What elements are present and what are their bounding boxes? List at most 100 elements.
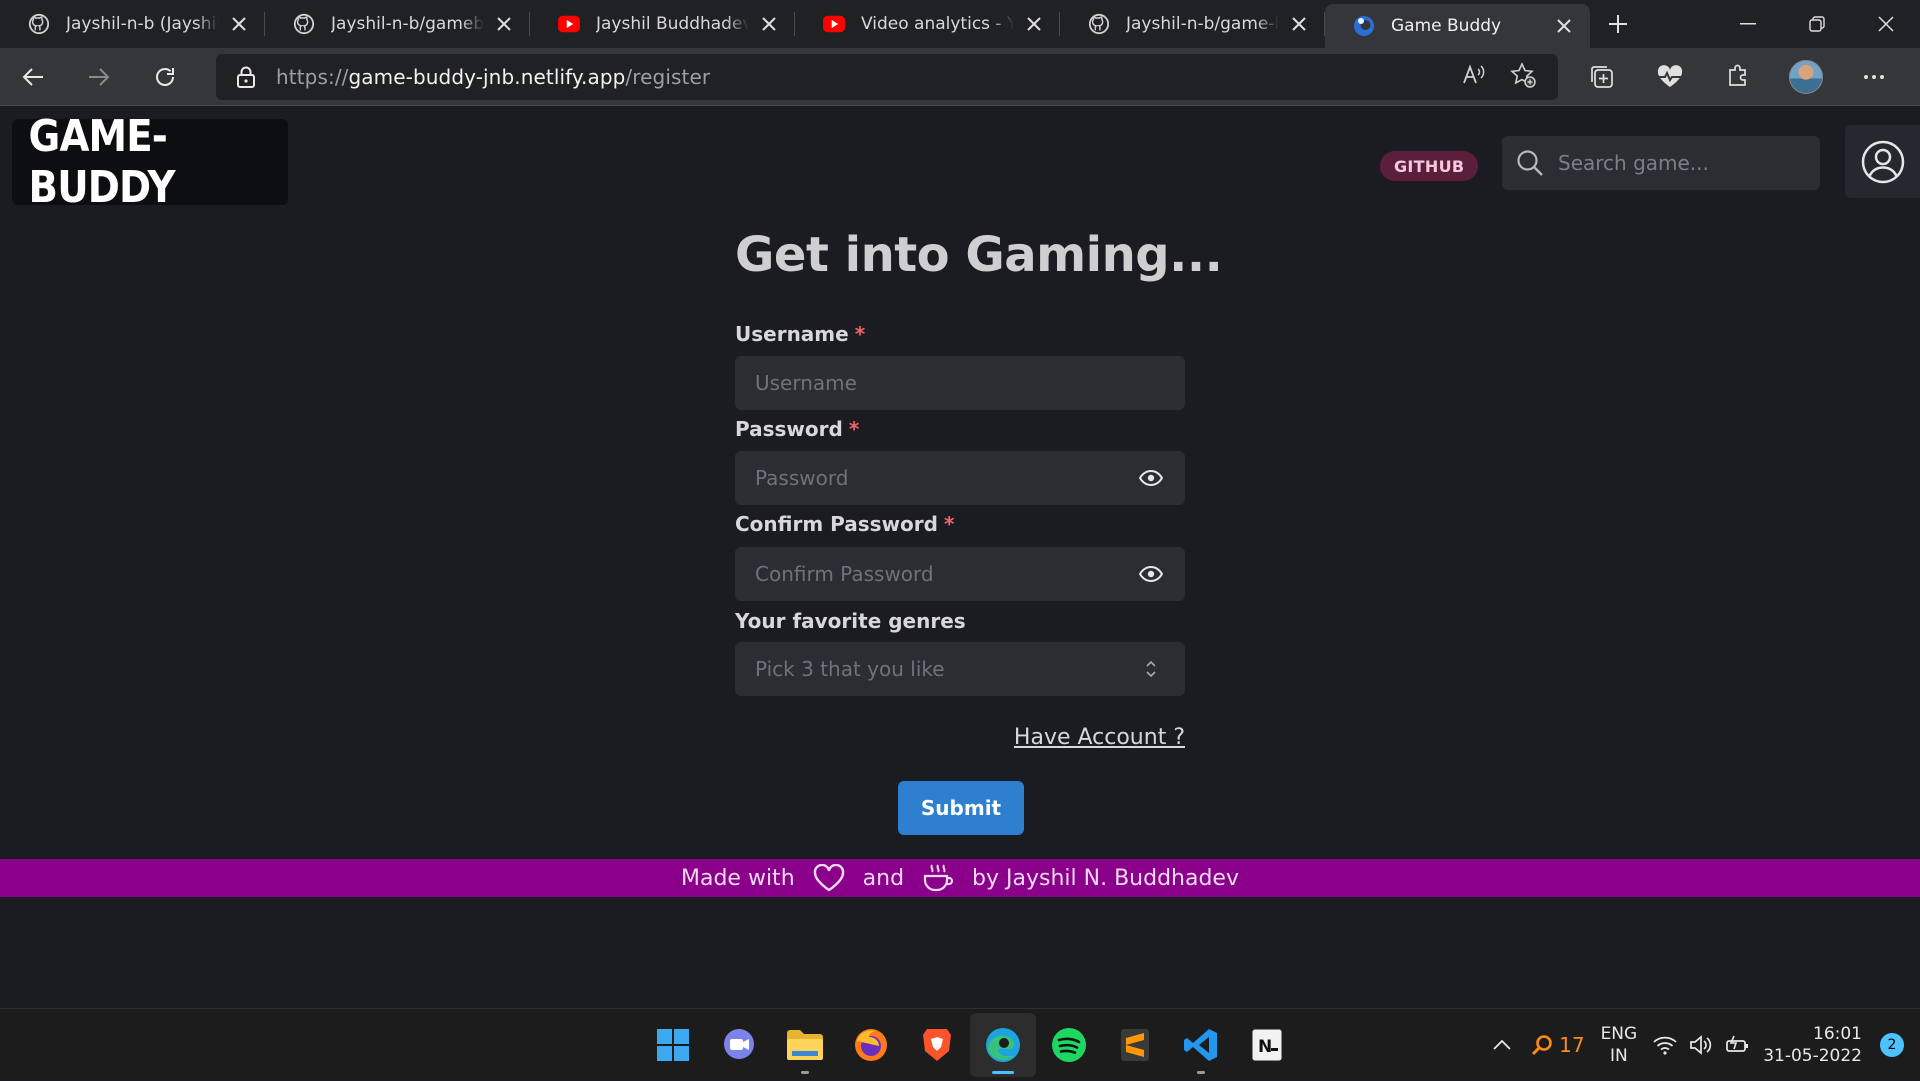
sublime-icon: [1121, 1029, 1149, 1061]
spotify-app[interactable]: [1036, 1013, 1102, 1077]
have-account-link[interactable]: Have Account ?: [1014, 725, 1185, 750]
browser-tab[interactable]: Jayshil-n-b (Jayshil N: [0, 0, 265, 48]
github-badge[interactable]: GITHUB: [1380, 151, 1479, 181]
svg-text:N: N: [1258, 1037, 1272, 1057]
genres-placeholder: Pick 3 that you like: [755, 657, 945, 681]
browser-tab[interactable]: Jayshil-n-b/gamebuddy: [265, 0, 530, 48]
show-confirm-password-eye-icon[interactable]: [1137, 560, 1165, 588]
show-password-eye-icon[interactable]: [1137, 464, 1165, 492]
file-explorer-app[interactable]: [772, 1013, 838, 1077]
teams-chat-app[interactable]: [706, 1013, 772, 1077]
spotify-icon: [1052, 1028, 1086, 1062]
tab-title: Jayshil-n-b/gamebuddy: [331, 14, 484, 34]
genres-select[interactable]: Pick 3 that you like: [735, 642, 1185, 696]
back-arrow-icon: [22, 67, 43, 86]
read-aloud-icon[interactable]: [1462, 63, 1486, 91]
refresh-button[interactable]: [132, 48, 198, 106]
page-title: Get into Gaming...: [735, 227, 1223, 283]
health-extension-icon[interactable]: [1636, 48, 1704, 106]
github-icon: [293, 13, 315, 35]
start-button[interactable]: [640, 1013, 706, 1077]
edge-favicon-icon: [1353, 15, 1375, 37]
vscode-app[interactable]: [1168, 1013, 1234, 1077]
page-content: GAME-BUDDY GITHUB Get into Gaming... Use…: [0, 107, 1920, 1008]
github-icon: [1088, 13, 1110, 35]
back-button[interactable]: [0, 48, 66, 106]
system-tray: 17 ENG IN 16:01 31-05-2022 2: [1493, 1009, 1920, 1081]
password-input[interactable]: [755, 466, 1137, 490]
tray-count: 17: [1559, 1033, 1585, 1057]
youtube-icon: [558, 13, 580, 35]
add-favorite-icon[interactable]: [1510, 62, 1536, 92]
search-icon: [1502, 149, 1558, 177]
browser-tab-active[interactable]: Game Buddy: [1325, 4, 1590, 48]
minimize-icon[interactable]: [1713, 0, 1782, 48]
url-text: https://game-buddy-jnb.netlify.app/regis…: [276, 65, 711, 89]
confirm-password-input[interactable]: [755, 562, 1137, 586]
toolbar-right: [1568, 48, 1908, 106]
battery-icon[interactable]: [1725, 1034, 1751, 1056]
edge-app[interactable]: [970, 1013, 1036, 1077]
required-mark: *: [848, 417, 860, 441]
username-input[interactable]: [755, 371, 1165, 395]
youtube-icon: [823, 13, 845, 35]
close-icon[interactable]: [492, 12, 516, 36]
confirm-password-label: Confirm Password *: [735, 512, 955, 536]
sublime-text-app[interactable]: [1102, 1013, 1168, 1077]
close-window-icon[interactable]: [1851, 0, 1920, 48]
footer-author: by Jayshil N. Buddhadev: [972, 865, 1239, 891]
footer-and: and: [862, 865, 905, 891]
taskbar-apps: N: [640, 1009, 1300, 1081]
browser-toolbar: https://game-buddy-jnb.netlify.app/regis…: [0, 48, 1920, 106]
close-icon[interactable]: [1022, 12, 1046, 36]
lock-icon[interactable]: [216, 66, 276, 88]
tray-app-icon[interactable]: [1531, 1034, 1553, 1056]
wifi-icon[interactable]: [1653, 1035, 1677, 1055]
more-options-icon[interactable]: [1840, 48, 1908, 106]
browser-tab[interactable]: Video analytics - YouTube: [795, 0, 1060, 48]
forward-arrow-icon: [89, 67, 110, 86]
github-icon: [28, 13, 50, 35]
search-input[interactable]: [1558, 151, 1820, 175]
profile-avatar[interactable]: [1772, 48, 1840, 106]
close-icon[interactable]: [1552, 14, 1576, 38]
forward-button[interactable]: [66, 48, 132, 106]
tab-title: Game Buddy: [1391, 16, 1502, 36]
notification-badge[interactable]: 2: [1880, 1033, 1904, 1057]
close-icon[interactable]: [227, 12, 251, 36]
required-mark: *: [854, 322, 866, 346]
coffee-icon: [922, 863, 954, 893]
volume-icon[interactable]: [1689, 1034, 1713, 1056]
browser-tab[interactable]: Jayshil-n-b/game-buddy: [1060, 0, 1325, 48]
windows-taskbar: N 17 ENG IN 16:01 31-05-2022 2: [0, 1008, 1920, 1080]
site-logo[interactable]: GAME-BUDDY: [12, 111, 288, 213]
tab-title: Jayshil-n-b (Jayshil N: [66, 14, 219, 34]
new-tab-button[interactable]: [1596, 2, 1640, 46]
chat-icon: [724, 1029, 754, 1059]
brave-lion-icon: [923, 1029, 951, 1061]
collections-icon[interactable]: [1568, 48, 1636, 106]
browser-tab-strip: Jayshil-n-b (Jayshil N Jayshil-n-b/gameb…: [0, 0, 1920, 48]
restore-icon[interactable]: [1782, 0, 1851, 48]
password-label: Password *: [735, 417, 860, 441]
brave-app[interactable]: [904, 1013, 970, 1077]
chevron-up-icon[interactable]: [1493, 1039, 1511, 1051]
extensions-icon[interactable]: [1704, 48, 1772, 106]
notion-app[interactable]: N: [1234, 1013, 1300, 1077]
system-clock[interactable]: 16:01 31-05-2022: [1763, 1023, 1862, 1067]
password-field-wrapper: [735, 451, 1185, 505]
vscode-icon: [1184, 1029, 1217, 1061]
tab-title: Jayshil-n-b/game-buddy: [1126, 14, 1279, 34]
submit-button[interactable]: Submit: [898, 781, 1024, 835]
user-account-button[interactable]: [1845, 125, 1920, 198]
close-icon[interactable]: [757, 12, 781, 36]
tab-title: Jayshil Buddhadev - YouTube: [596, 14, 749, 34]
browser-tab[interactable]: Jayshil Buddhadev - YouTube: [530, 0, 795, 48]
firefox-app[interactable]: [838, 1013, 904, 1077]
refresh-icon: [156, 67, 174, 86]
language-indicator[interactable]: ENG IN: [1601, 1023, 1638, 1067]
username-field-wrapper: [735, 356, 1185, 410]
folder-icon: [787, 1030, 823, 1060]
address-bar[interactable]: https://game-buddy-jnb.netlify.app/regis…: [216, 54, 1558, 100]
close-icon[interactable]: [1287, 12, 1311, 36]
